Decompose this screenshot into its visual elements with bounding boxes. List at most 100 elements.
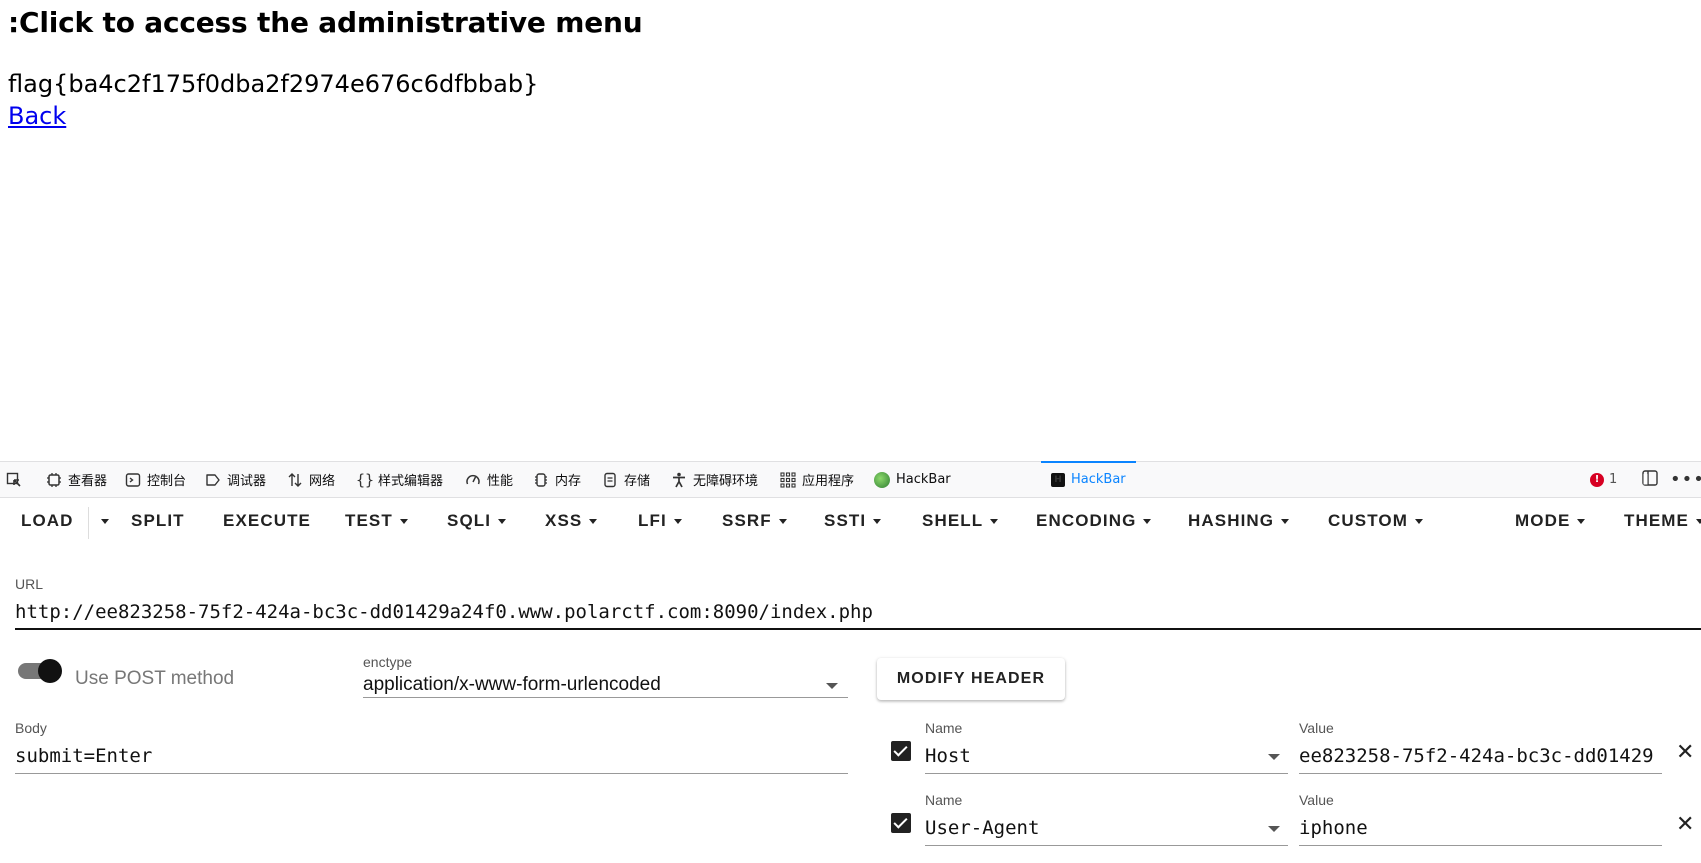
header-enabled-checkbox[interactable] bbox=[891, 813, 911, 833]
header-enabled-checkbox[interactable] bbox=[891, 741, 911, 761]
dock-icon bbox=[1641, 469, 1659, 491]
application-icon bbox=[780, 471, 796, 488]
error-counter[interactable]: ! 1 bbox=[1590, 462, 1617, 497]
shell-label: SHELL bbox=[922, 511, 984, 530]
tab-label: 存储 bbox=[624, 474, 651, 489]
error-count: 1 bbox=[1609, 472, 1618, 487]
post-method-toggle[interactable] bbox=[16, 658, 64, 684]
enctype-select[interactable]: application/x-www-form-urlencoded bbox=[363, 674, 661, 696]
tab-label: 网络 bbox=[309, 474, 336, 489]
tab-console[interactable]: 控制台 bbox=[125, 462, 186, 497]
tab-label: 控制台 bbox=[147, 474, 187, 489]
encoding-menu[interactable]: ENCODING bbox=[1036, 497, 1152, 545]
tab-label: 内存 bbox=[555, 474, 582, 489]
tab-label: HackBar bbox=[1071, 472, 1126, 487]
mode-menu[interactable]: MODE bbox=[1515, 497, 1586, 545]
test-menu[interactable]: TEST bbox=[345, 497, 408, 545]
ssti-menu[interactable]: SSTI bbox=[824, 497, 882, 545]
header-value-input[interactable]: iphone bbox=[1299, 817, 1368, 839]
chevron-down-icon bbox=[1268, 826, 1280, 832]
tab-label: 样式编辑器 bbox=[378, 474, 444, 489]
console-icon bbox=[125, 472, 141, 488]
chevron-down-icon bbox=[399, 518, 408, 524]
url-input[interactable]: http://ee823258-75f2-424a-bc3c-dd01429a2… bbox=[15, 601, 873, 623]
tab-network[interactable]: 网络 bbox=[287, 462, 335, 497]
header-name-input[interactable]: Host bbox=[925, 745, 971, 767]
tab-inspector[interactable]: 查看器 bbox=[46, 462, 107, 497]
enctype-underline bbox=[363, 697, 848, 698]
more-options-icon: ••• bbox=[1670, 469, 1701, 490]
split-label: SPLIT bbox=[131, 511, 185, 530]
tab-label: 调试器 bbox=[227, 474, 267, 489]
execute-button[interactable]: EXECUTE bbox=[223, 497, 311, 545]
ssrf-menu[interactable]: SSRF bbox=[722, 497, 787, 545]
hackbar-icon: H bbox=[1051, 472, 1065, 487]
chevron-down-icon bbox=[873, 518, 882, 524]
tab-label: 应用程序 bbox=[802, 474, 855, 489]
hashing-menu[interactable]: HASHING bbox=[1188, 497, 1290, 545]
network-icon bbox=[287, 472, 303, 488]
sqli-label: SQLI bbox=[447, 511, 492, 530]
ssrf-label: SSRF bbox=[722, 511, 772, 530]
chevron-down-icon bbox=[1696, 518, 1701, 524]
tab-accessibility[interactable]: 无障碍环境 bbox=[671, 462, 758, 497]
remove-header-button[interactable]: ✕ bbox=[1676, 740, 1694, 765]
header-name-input[interactable]: User-Agent bbox=[925, 817, 1039, 839]
tab-hackbar-legacy[interactable]: HackBar bbox=[874, 462, 951, 497]
xss-menu[interactable]: XSS bbox=[545, 497, 598, 545]
back-link[interactable]: Back bbox=[8, 102, 66, 130]
execute-label: EXECUTE bbox=[223, 511, 311, 530]
more-options-button[interactable]: ••• bbox=[1670, 462, 1701, 497]
debugger-icon bbox=[205, 472, 221, 488]
devtools-panel: 查看器 控制台 调试器 网络 {} 样式编辑器 性能 内存 存储 无障碍环境 应… bbox=[0, 461, 1701, 863]
hackbar-green-icon bbox=[874, 471, 890, 488]
enctype-label: enctype bbox=[363, 654, 413, 670]
post-method-label: Use POST method bbox=[75, 668, 235, 689]
ssti-label: SSTI bbox=[824, 511, 867, 530]
close-icon: ✕ bbox=[1676, 812, 1695, 837]
chevron-down-icon bbox=[101, 518, 109, 524]
chevron-down-icon bbox=[1414, 518, 1423, 524]
tab-application[interactable]: 应用程序 bbox=[780, 462, 854, 497]
header-name-label: Name bbox=[925, 720, 963, 736]
tab-style-editor[interactable]: {} 样式编辑器 bbox=[356, 462, 443, 497]
theme-menu[interactable]: THEME bbox=[1624, 497, 1701, 545]
dock-toggle-button[interactable] bbox=[1641, 462, 1659, 497]
hackbar-menu-bar: LOAD SPLIT EXECUTE TEST SQLI XSS LFI SSR… bbox=[0, 497, 1701, 545]
error-icon: ! bbox=[1590, 472, 1604, 487]
body-label: Body bbox=[15, 720, 47, 736]
hashing-label: HASHING bbox=[1188, 511, 1275, 530]
chevron-down-icon bbox=[778, 518, 787, 524]
header-value-input[interactable]: ee823258-75f2-424a-bc3c-dd01429 bbox=[1299, 745, 1654, 767]
tab-storage[interactable]: 存储 bbox=[602, 462, 650, 497]
tab-hackbar[interactable]: H HackBar bbox=[1041, 461, 1136, 497]
divider bbox=[88, 507, 89, 539]
load-dropdown-button[interactable] bbox=[94, 497, 109, 545]
chevron-down-icon bbox=[826, 683, 838, 689]
split-button[interactable]: SPLIT bbox=[131, 497, 185, 545]
style-editor-icon: {} bbox=[356, 470, 375, 489]
header-value-label: Value bbox=[1299, 720, 1334, 736]
body-input[interactable]: submit=Enter bbox=[15, 745, 152, 767]
lfi-menu[interactable]: LFI bbox=[638, 497, 682, 545]
element-picker-button[interactable] bbox=[6, 462, 28, 497]
shell-menu[interactable]: SHELL bbox=[922, 497, 999, 545]
remove-header-button[interactable]: ✕ bbox=[1676, 812, 1694, 837]
chevron-down-icon bbox=[498, 518, 507, 524]
sqli-menu[interactable]: SQLI bbox=[447, 497, 507, 545]
chevron-down-icon bbox=[1281, 518, 1290, 524]
flag-text: flag{ba4c2f175f0dba2f2974e676c6dfbbab} bbox=[8, 70, 539, 98]
chevron-down-icon bbox=[1143, 518, 1152, 524]
custom-menu[interactable]: CUSTOM bbox=[1328, 497, 1423, 545]
tab-performance[interactable]: 性能 bbox=[465, 462, 513, 497]
modify-header-button[interactable]: MODIFY HEADER bbox=[877, 658, 1065, 700]
tab-memory[interactable]: 内存 bbox=[533, 462, 581, 497]
header-name-underline bbox=[925, 845, 1288, 846]
page-heading: :Click to access the administrative menu bbox=[8, 6, 643, 39]
tab-debugger[interactable]: 调试器 bbox=[205, 462, 266, 497]
load-button[interactable]: LOAD bbox=[21, 497, 74, 545]
close-icon: ✕ bbox=[1676, 740, 1695, 765]
header-name-underline bbox=[925, 773, 1288, 774]
inspector-icon bbox=[46, 472, 62, 488]
element-picker-icon bbox=[6, 472, 22, 488]
